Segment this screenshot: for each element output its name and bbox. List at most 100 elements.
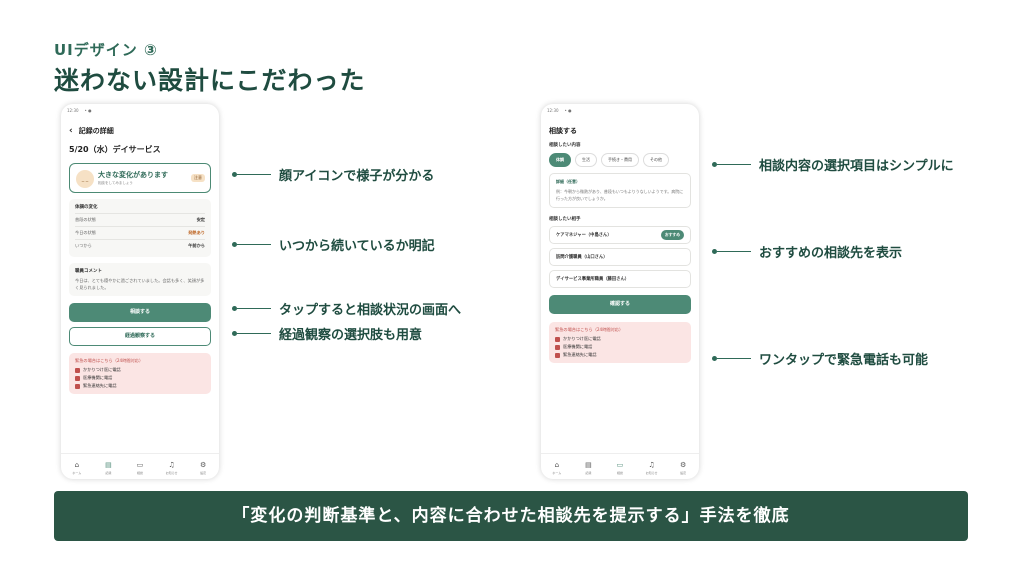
callout-text: ワンタップで緊急電話も可能 xyxy=(759,353,929,368)
callout-text: 経過観察の選択肢も用意 xyxy=(279,328,423,343)
callout: いつから続いているか明記 xyxy=(232,235,435,254)
chat-icon: ▭ xyxy=(616,460,624,469)
chip-life[interactable]: 生活 xyxy=(575,153,597,167)
nav-home[interactable]: ⌂ ホーム xyxy=(545,461,569,475)
emergency-call-item[interactable]: かかりつけ医に電話 xyxy=(555,336,685,342)
phone-record-detail: 12:30 • ● ‹ 記録の詳細 5/20（水）デイサービス _ _ 大きな変化… xyxy=(61,104,219,479)
nav-notice[interactable]: ♫ お知らせ xyxy=(160,461,184,475)
nav-label: ホーム xyxy=(552,470,562,475)
emergency-call-label: かかりつけ医に電話 xyxy=(83,367,121,372)
callout-text: タップすると相談状況の画面へ xyxy=(279,303,462,318)
nav-notice[interactable]: ♫ お知らせ xyxy=(640,461,664,475)
face-icon: _ _ xyxy=(76,170,94,188)
chip-health[interactable]: 体調 xyxy=(549,153,571,167)
phone-icon xyxy=(75,383,80,389)
chip-other[interactable]: その他 xyxy=(643,153,669,167)
detail-placeholder: 例：今朝から微熱があり、普段もいつもよりうなしいようです。病院に行った方が良いで… xyxy=(556,189,684,201)
emergency-call-item[interactable]: 医療機関に電話 xyxy=(555,344,685,350)
contact-option[interactable]: 訪問介護職員（山口さん） xyxy=(549,248,691,266)
emergency-call-label: 医療機関に電話 xyxy=(563,344,593,349)
callout: ワンタップで緊急電話も可能 xyxy=(712,349,928,368)
phone-icon xyxy=(555,336,560,342)
callout-text: おすすめの相談先を表示 xyxy=(759,246,903,261)
back-chevron-icon[interactable]: ‹ xyxy=(69,126,73,135)
status-bar: 12:30 • ● xyxy=(541,104,699,116)
nav-label: 記録 xyxy=(105,470,112,475)
nav-home[interactable]: ⌂ ホーム xyxy=(65,461,89,475)
contact-name: ケアマネジャー（中島さん） xyxy=(556,233,612,238)
nav-label: 設定 xyxy=(680,470,687,475)
nav-consult[interactable]: ▭ 相談 xyxy=(128,461,152,475)
nav-consult[interactable]: ▭ 相談 xyxy=(608,461,632,475)
summary-banner: 「変化の判断基準と、内容に合わせた相談先を提示する」手法を徹底 xyxy=(54,491,968,541)
condition-row: 普段の状態 安定 xyxy=(75,213,205,226)
chip-procedure[interactable]: 手続き・費用 xyxy=(601,153,639,167)
callout: タップすると相談状況の画面へ xyxy=(232,299,461,318)
emergency-title: 緊急の場合はこちら（24時間対応） xyxy=(555,327,624,332)
callout-text: 相談内容の選択項目はシンプルに xyxy=(759,159,954,174)
nav-label: ホーム xyxy=(72,470,82,475)
condition-label: 今日の状態 xyxy=(75,230,96,235)
staff-comment-text: 今日は、とても穏やかに過ごされていました。会話も多く、笑顔が多く見られました。 xyxy=(75,278,205,290)
gear-icon: ⚙ xyxy=(200,460,207,469)
callout-line xyxy=(717,357,751,360)
condition-row: いつから 午前から xyxy=(75,239,205,252)
callout-line xyxy=(237,173,271,176)
emergency-call-item[interactable]: 医療機関に電話 xyxy=(75,375,205,381)
gear-icon: ⚙ xyxy=(680,460,687,469)
record-header-title: 記録の詳細 xyxy=(78,127,114,135)
home-icon: ⌂ xyxy=(554,460,560,469)
emergency-title: 緊急の場合はこちら（24時間対応） xyxy=(75,358,144,363)
signal-icon: • ● xyxy=(564,108,572,113)
nav-record[interactable]: ▤ 記録 xyxy=(96,461,120,475)
bottom-nav: ⌂ ホーム ▤ 記録 ▭ 相談 ♫ お知らせ ⚙ 設定 xyxy=(61,453,219,479)
nav-label: 記録 xyxy=(585,470,592,475)
emergency-call-item[interactable]: 緊急連絡先に電話 xyxy=(75,383,205,389)
emergency-call-item[interactable]: かかりつけ医に電話 xyxy=(75,367,205,373)
slide-title: 迷わない設計にこだわった xyxy=(54,66,366,95)
state-card: _ _ 大きな変化があります 相談をしてみましょう 注意 xyxy=(69,163,211,193)
emergency-call-label: かかりつけ医に電話 xyxy=(563,336,601,341)
detail-input[interactable]: 詳細（任意） 例：今朝から微熱があり、普段もいつもよりうなしいようです。病院に行… xyxy=(549,173,691,208)
record-icon: ▤ xyxy=(105,460,112,469)
contact-option[interactable]: ケアマネジャー（中島さん） おすすめ xyxy=(549,226,691,244)
record-icon: ▤ xyxy=(585,460,592,469)
content-label: 相談したい内容 xyxy=(549,143,581,148)
callout-line xyxy=(717,163,751,166)
callout: おすすめの相談先を表示 xyxy=(712,242,902,261)
staff-comment-box: 職員コメント 今日は、とても穏やかに過ごされていました。会話も多く、笑顔が多く見… xyxy=(69,263,211,296)
condition-label: 普段の状態 xyxy=(75,217,96,222)
status-time: 12:30 xyxy=(547,108,559,113)
contact-option[interactable]: デイサービス事業所職員（藤田さん） xyxy=(549,270,691,288)
partner-label: 相談したい相手 xyxy=(549,217,581,222)
consult-header: 相談する xyxy=(549,127,577,135)
nav-settings[interactable]: ⚙ 設定 xyxy=(671,461,695,475)
consult-button[interactable]: 相談する xyxy=(69,303,211,322)
callout: 相談内容の選択項目はシンプルに xyxy=(712,155,954,174)
callout-text: 顔アイコンで様子が分かる xyxy=(279,169,435,184)
phone-icon xyxy=(75,367,80,373)
callout-line xyxy=(237,307,271,310)
confirm-button[interactable]: 確認する xyxy=(549,295,691,314)
state-subtitle: 相談をしてみましょう xyxy=(98,181,133,185)
nav-settings[interactable]: ⚙ 設定 xyxy=(191,461,215,475)
emergency-call-item[interactable]: 緊急連絡先に電話 xyxy=(555,352,685,358)
state-title: 大きな変化があります xyxy=(98,171,168,179)
nav-label: 相談 xyxy=(136,470,143,475)
chat-icon: ▭ xyxy=(136,460,144,469)
bell-icon: ♫ xyxy=(648,460,655,469)
status-bar: 12:30 • ● xyxy=(61,104,219,116)
slide-subtitle: UIデザイン ③ xyxy=(54,41,158,59)
contact-name: デイサービス事業所職員（藤田さん） xyxy=(556,277,630,282)
state-badge: 注意 xyxy=(191,174,205,182)
emergency-call-label: 医療機関に電話 xyxy=(83,375,113,380)
signal-icon: • ● xyxy=(84,108,92,113)
condition-row: 今日の状態 発熱あり xyxy=(75,226,205,239)
phone-icon xyxy=(75,375,80,381)
condition-value: 安定 xyxy=(196,217,205,222)
nav-label: 相談 xyxy=(616,470,623,475)
staff-comment-title: 職員コメント xyxy=(75,269,102,274)
observe-button[interactable]: 経過観察する xyxy=(69,327,211,346)
condition-value: 発熱あり xyxy=(188,230,205,235)
nav-record[interactable]: ▤ 記録 xyxy=(576,461,600,475)
